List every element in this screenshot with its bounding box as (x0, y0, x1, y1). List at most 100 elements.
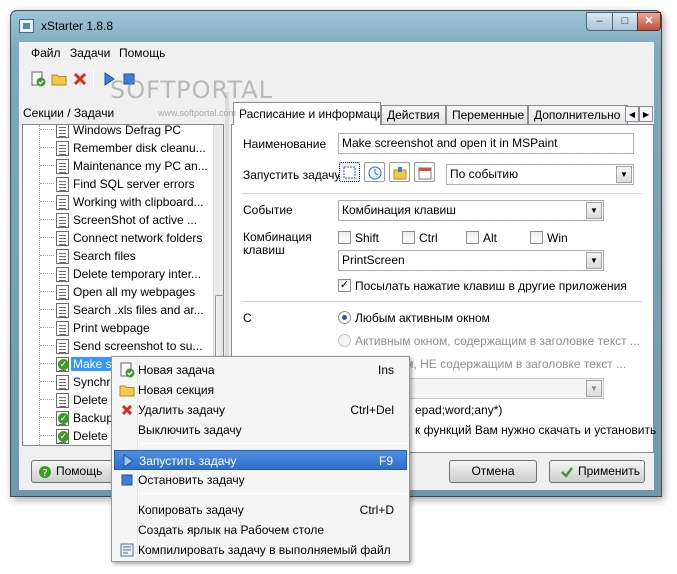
context-menu-item[interactable]: Компилировать задачу в выполняемый файл (114, 540, 407, 560)
tree-item[interactable]: Open all my webpages (23, 283, 209, 301)
win-label: Win (547, 231, 568, 245)
tree-item-label: Search files (73, 249, 136, 263)
send-keys-checkbox[interactable]: ✓ (338, 279, 351, 292)
apply-label: Применить (578, 464, 641, 478)
tab-scroll-right[interactable]: ▶ (639, 106, 653, 122)
folder-icon[interactable] (51, 71, 67, 87)
toolbar-grip (22, 70, 23, 88)
key-combo-label-line2: клавиш (243, 243, 285, 257)
context-menu-item[interactable]: Остановить задачу (114, 470, 407, 490)
tree-item[interactable]: Print webpage (23, 319, 209, 337)
context-menu-item[interactable]: Новая секция (114, 380, 407, 400)
task-icon (56, 393, 69, 408)
event-icon (393, 167, 407, 180)
tree-connector (40, 201, 54, 202)
context-menu-item[interactable]: Удалить задачу Ctrl+Del (114, 400, 407, 420)
cancel-button[interactable]: Отмена (449, 460, 537, 483)
tree-item[interactable]: Search files (23, 247, 209, 265)
tree-item-label: Working with clipboard... (73, 195, 204, 209)
context-menu-item[interactable]: Запустить задачу F9 (114, 450, 407, 470)
tree-connector (40, 147, 54, 148)
run-calendar-button[interactable] (414, 162, 435, 182)
run-timer-button[interactable] (364, 162, 385, 182)
folder-icon (119, 382, 135, 398)
name-label: Наименование (243, 137, 327, 151)
menu-tasks[interactable]: Задачи (70, 46, 110, 60)
tree-item[interactable]: Maintenance my PC an... (23, 157, 209, 175)
event-select[interactable]: Комбинация клавиш ▼ (338, 200, 604, 221)
win-checkbox[interactable] (530, 231, 543, 244)
clock-icon (368, 166, 382, 180)
tab-advanced[interactable]: Дополнительно (528, 105, 628, 124)
help-button[interactable]: ? Помощь (31, 460, 115, 483)
apply-button[interactable]: Применить (549, 460, 645, 483)
key-select[interactable]: PrintScreen ▼ (338, 250, 604, 271)
checkmark-icon (561, 467, 573, 478)
tab-scroll-left[interactable]: ◀ (625, 106, 639, 122)
tab-strip: Расписание и информация Действия Перемен… (231, 102, 654, 125)
tree-item[interactable]: Find SQL server errors (23, 175, 209, 193)
watermark-logo: SOFTPORTAL (110, 76, 274, 104)
title-bar[interactable]: xStarter 1.8.8 – □ ✕ (11, 11, 661, 41)
shift-checkbox[interactable] (338, 231, 351, 244)
tree-item[interactable]: Search .xls files and ar... (23, 301, 209, 319)
run-mode-select[interactable]: По событию ▼ (446, 164, 634, 185)
delete-icon (119, 402, 135, 418)
maximize-button[interactable]: □ (612, 12, 638, 31)
tree-item[interactable]: ScreenShot of active ... (23, 211, 209, 229)
task-name-input[interactable]: Make screenshot and open it in MSPaint (338, 133, 634, 154)
context-menu-label: Новая секция (138, 383, 215, 397)
tab-actions[interactable]: Действия (381, 105, 446, 124)
context-menu-label: Создать ярлык на Рабочем столе (138, 523, 325, 537)
context-menu-separator (140, 493, 406, 494)
context-menu-shortcut: F9 (378, 454, 393, 468)
tree-item-label: Windows Defrag PC (73, 124, 182, 137)
ctrl-checkbox[interactable] (402, 231, 415, 244)
context-menu-label: Новая задача (138, 363, 215, 377)
new-task-icon[interactable] (30, 71, 46, 87)
tree-item[interactable]: Working with clipboard... (23, 193, 209, 211)
tree-item[interactable]: Send screenshot to su... (23, 337, 209, 355)
task-icon (56, 213, 69, 228)
tree-item[interactable]: Remember disk cleanu... (23, 139, 209, 157)
task-icon (56, 339, 69, 354)
context-menu-item[interactable]: Новая задача Ins (114, 360, 407, 380)
menu-file[interactable]: Файл (31, 46, 61, 60)
run-mode-value: По событию (450, 167, 519, 181)
context-menu-item[interactable]: Создать ярлык на Рабочем столе (114, 520, 407, 540)
context-menu-item[interactable]: Копировать задачу Ctrl+D (114, 500, 407, 520)
run-manual-button[interactable] (339, 162, 360, 182)
watermark-url: www.softportal.com (158, 108, 237, 118)
compile-icon (119, 542, 135, 558)
ctrl-label: Ctrl (419, 231, 438, 245)
run-event-button[interactable] (389, 162, 410, 182)
task-icon (56, 375, 69, 390)
context-menu-item[interactable]: Выключить задачу (114, 420, 407, 440)
tree-connector (40, 255, 54, 256)
cursor-icon (343, 166, 356, 179)
tab-variables[interactable]: Переменные (446, 105, 528, 124)
calendar-icon (418, 167, 432, 180)
tree-item[interactable]: Connect network folders (23, 229, 209, 247)
delete-icon[interactable] (72, 71, 88, 87)
close-button[interactable]: ✕ (637, 12, 661, 31)
contains-title-radio[interactable] (338, 334, 351, 347)
tree-item[interactable]: Delete temporary inter... (23, 265, 209, 283)
window-title-select[interactable]: ▼ (407, 378, 604, 399)
context-menu-separator (140, 443, 406, 444)
alt-checkbox[interactable] (466, 231, 479, 244)
event-value: Комбинация клавиш (342, 203, 456, 217)
alt-label: Alt (483, 231, 498, 245)
tree-item[interactable]: Windows Defrag PC (23, 124, 209, 139)
contains-title-label: Активным окном, содержащим в заголовке т… (355, 334, 640, 348)
run-task-label: Запустить задачу (243, 168, 341, 182)
tab-schedule[interactable]: Расписание и информация (233, 102, 381, 125)
svg-text:?: ? (42, 468, 47, 479)
menu-help[interactable]: Помощь (119, 46, 165, 60)
tree-connector (40, 237, 54, 238)
tree-connector (40, 327, 54, 328)
tree-item-label: Find SQL server errors (73, 177, 195, 191)
any-window-radio[interactable] (338, 311, 351, 324)
task-icon (56, 159, 69, 174)
minimize-button[interactable]: – (586, 12, 613, 31)
